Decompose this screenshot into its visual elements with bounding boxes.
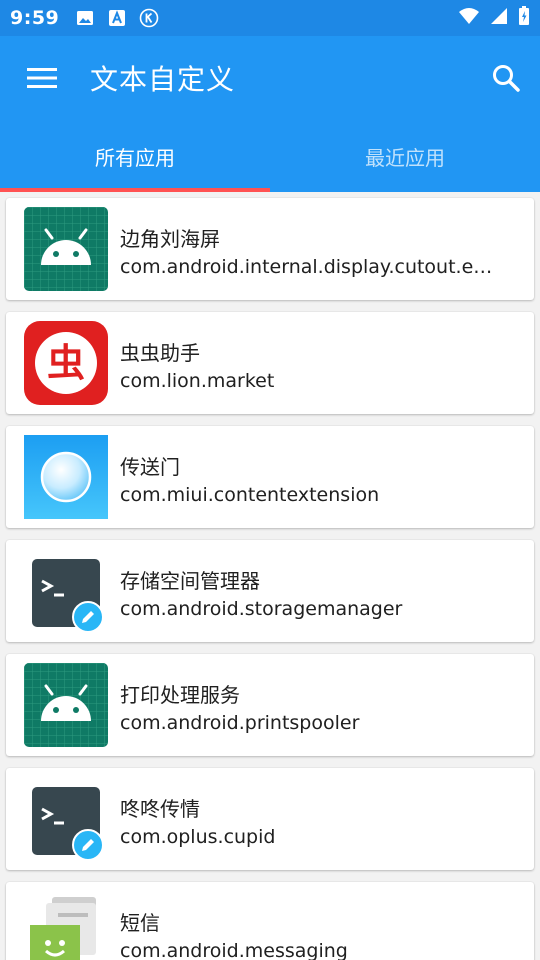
app-package: com.android.internal.display.cutout.em… [120, 256, 506, 278]
messaging-icon [24, 891, 108, 960]
app-name: 打印处理服务 [120, 683, 240, 707]
tab-recent-apps[interactable]: 最近应用 [270, 120, 540, 192]
battery-icon [518, 6, 530, 30]
menu-icon [27, 68, 57, 88]
tab-all-apps[interactable]: 所有应用 [0, 120, 270, 192]
search-button[interactable] [488, 60, 524, 96]
app-list-item[interactable]: 传送门 com.miui.contentextension [6, 426, 534, 528]
accessibility-a-icon [107, 8, 127, 28]
app-name: 存储空间管理器 [120, 569, 260, 593]
image-icon [75, 8, 95, 28]
status-time: 9:59 [10, 7, 60, 29]
app-list-item[interactable]: 虫 虫虫助手 com.lion.market [6, 312, 534, 414]
chongchong-icon: 虫 [24, 321, 108, 405]
tab-label: 最近应用 [365, 145, 445, 170]
app-package: com.miui.contentextension [120, 484, 380, 506]
tab-bar: 所有应用 最近应用 [0, 120, 540, 192]
tab-label: 所有应用 [95, 145, 175, 170]
app-name: 边角刘海屏 [120, 227, 220, 251]
app-package: com.android.messaging [120, 940, 348, 960]
app-list-item[interactable]: 存储空间管理器 com.android.storagemanager [6, 540, 534, 642]
app-name: 短信 [120, 911, 160, 935]
app-list-item[interactable]: 咚咚传情 com.oplus.cupid [6, 768, 534, 870]
app-name: 传送门 [120, 455, 180, 479]
page-title: 文本自定义 [90, 63, 236, 96]
app-package: com.android.printspooler [120, 712, 360, 734]
search-icon [493, 65, 520, 92]
app-package: com.oplus.cupid [120, 826, 276, 848]
android-robot-icon [24, 663, 108, 747]
app-package: com.android.storagemanager [120, 598, 403, 620]
app-list[interactable]: 边角刘海屏 com.android.internal.display.cutou… [0, 192, 540, 960]
status-bar: 9:59 [0, 0, 540, 36]
terminal-edit-icon [24, 777, 108, 861]
k-circle-icon [139, 8, 159, 28]
app-list-item[interactable]: 打印处理服务 com.android.printspooler [6, 654, 534, 756]
android-robot-icon [24, 207, 108, 291]
app-name: 虫虫助手 [120, 341, 200, 365]
app-name: 咚咚传情 [120, 797, 200, 821]
wifi-icon [458, 7, 480, 29]
signal-icon [490, 7, 508, 29]
terminal-edit-icon [24, 549, 108, 633]
menu-button[interactable] [21, 57, 63, 99]
app-bar: 文本自定义 [0, 36, 540, 120]
bubble-icon [24, 435, 108, 519]
app-list-item[interactable]: 短信 com.android.messaging [6, 882, 534, 960]
app-list-item[interactable]: 边角刘海屏 com.android.internal.display.cutou… [6, 198, 534, 300]
chongchong-glyph: 虫 [47, 341, 85, 385]
app-package: com.lion.market [120, 370, 275, 392]
